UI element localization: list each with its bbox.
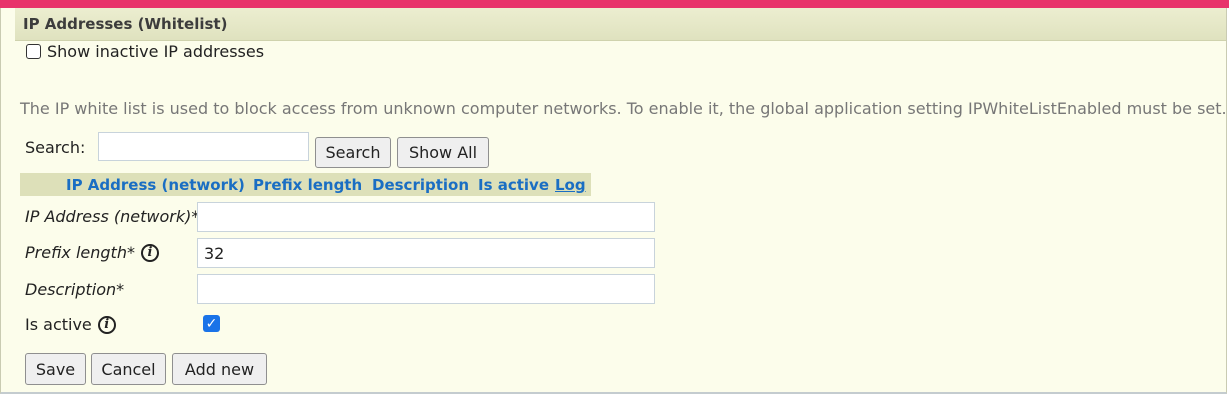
column-header-is-active[interactable]: Is active (478, 176, 549, 194)
description-label: Description* (25, 280, 124, 299)
show-inactive-toggle[interactable]: Show inactive IP addresses (26, 42, 264, 61)
prefix-length-info-icon[interactable]: i (140, 243, 159, 262)
ip-address-label-text: IP Address (network)* (25, 207, 200, 226)
description-label-text: Description* (25, 280, 125, 299)
search-button[interactable]: Search (315, 137, 391, 168)
search-label: Search: (25, 138, 86, 157)
log-link[interactable]: Log (555, 176, 586, 194)
show-inactive-checkbox[interactable] (26, 44, 41, 59)
show-inactive-label: Show inactive IP addresses (47, 42, 265, 61)
prefix-length-label: Prefix length* i (25, 243, 159, 262)
save-button[interactable]: Save (25, 353, 86, 385)
is-active-checkbox[interactable]: ✓ (203, 315, 220, 332)
ip-address-label: IP Address (network)* (25, 207, 199, 226)
prefix-length-field[interactable] (197, 238, 655, 268)
panel-title: IP Addresses (Whitelist) (23, 15, 228, 33)
add-new-button[interactable]: Add new (172, 353, 267, 385)
is-active-label-text: Is active (25, 315, 92, 334)
show-all-button[interactable]: Show All (397, 137, 489, 168)
panel-header: IP Addresses (Whitelist) (15, 8, 1226, 41)
top-accent-bar (0, 0, 1229, 8)
is-active-label: Is active i (25, 315, 116, 334)
prefix-length-label-text: Prefix length* (25, 243, 135, 262)
column-header-prefix-length[interactable]: Prefix length (253, 176, 362, 194)
column-header-description[interactable]: Description (372, 176, 469, 194)
whitelist-info-text: The IP white list is used to block acces… (20, 99, 1227, 118)
ip-address-field[interactable] (197, 202, 655, 232)
is-active-info-icon[interactable]: i (97, 315, 116, 334)
ip-whitelist-panel: IP Addresses (Whitelist) (0, 8, 1227, 394)
column-header-ip-address[interactable]: IP Address (network) (66, 176, 245, 194)
search-input[interactable] (98, 132, 309, 161)
description-field[interactable] (197, 274, 655, 304)
cancel-button[interactable]: Cancel (91, 353, 166, 385)
table-header-row: IP Address (network) Prefix length Descr… (20, 173, 591, 196)
